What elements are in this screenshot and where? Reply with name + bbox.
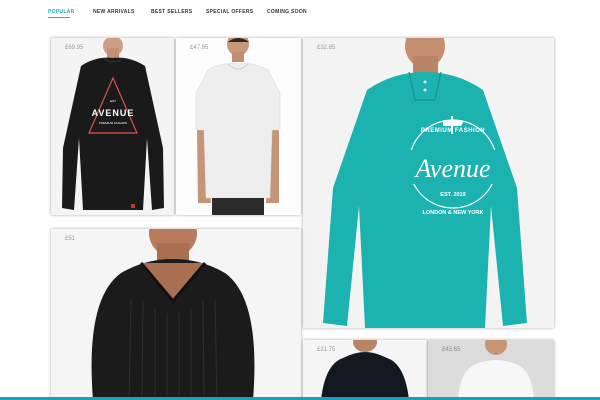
tab-popular[interactable]: POPULAR bbox=[48, 9, 75, 15]
active-tab-underline bbox=[48, 17, 70, 18]
product-price: £69.95 bbox=[65, 45, 84, 51]
print-title: AVENUE bbox=[92, 108, 135, 118]
product-price: £32.85 bbox=[317, 45, 336, 51]
product-price: £51 bbox=[65, 236, 76, 242]
product-card[interactable]: £21.75 bbox=[303, 340, 427, 400]
print-top: EST bbox=[110, 99, 116, 103]
product-price: £47.95 bbox=[190, 45, 209, 51]
product-price: £21.75 bbox=[317, 347, 336, 353]
product-image: AVENUE EST PREMIUM FASHION bbox=[51, 38, 174, 215]
product-card[interactable]: £69.95 AVENUE EST PREMIUM FASHION bbox=[51, 38, 174, 215]
print-title: Avenue bbox=[413, 154, 490, 183]
product-card[interactable]: £43.65 bbox=[428, 340, 554, 400]
print-bottom: LONDON & NEW YORK bbox=[422, 210, 483, 216]
product-card[interactable]: £51 bbox=[51, 229, 301, 400]
print-sub: PREMIUM FASHION bbox=[99, 121, 127, 125]
print-est: EST. 2019 bbox=[440, 192, 465, 198]
product-image bbox=[51, 229, 301, 400]
product-image: PREMIUM FASHION Avenue EST. 2019 LONDON … bbox=[303, 38, 554, 328]
tab-coming-soon[interactable]: COMING SOON bbox=[267, 9, 307, 15]
product-image bbox=[176, 38, 301, 215]
product-card[interactable]: £32.85 PREMIUM FASHION Avenue EST. 2019 … bbox=[303, 38, 554, 328]
tab-best-sellers[interactable]: BEST SELLERS bbox=[151, 9, 192, 15]
category-nav: POPULAR NEW ARRIVALS BEST SELLERS SPECIA… bbox=[0, 0, 600, 26]
tab-special-offers[interactable]: SPECIAL OFFERS bbox=[206, 9, 253, 15]
tab-new-arrivals[interactable]: NEW ARRIVALS bbox=[93, 9, 135, 15]
product-card[interactable]: £47.95 bbox=[176, 38, 301, 215]
product-price: £43.65 bbox=[442, 347, 461, 353]
